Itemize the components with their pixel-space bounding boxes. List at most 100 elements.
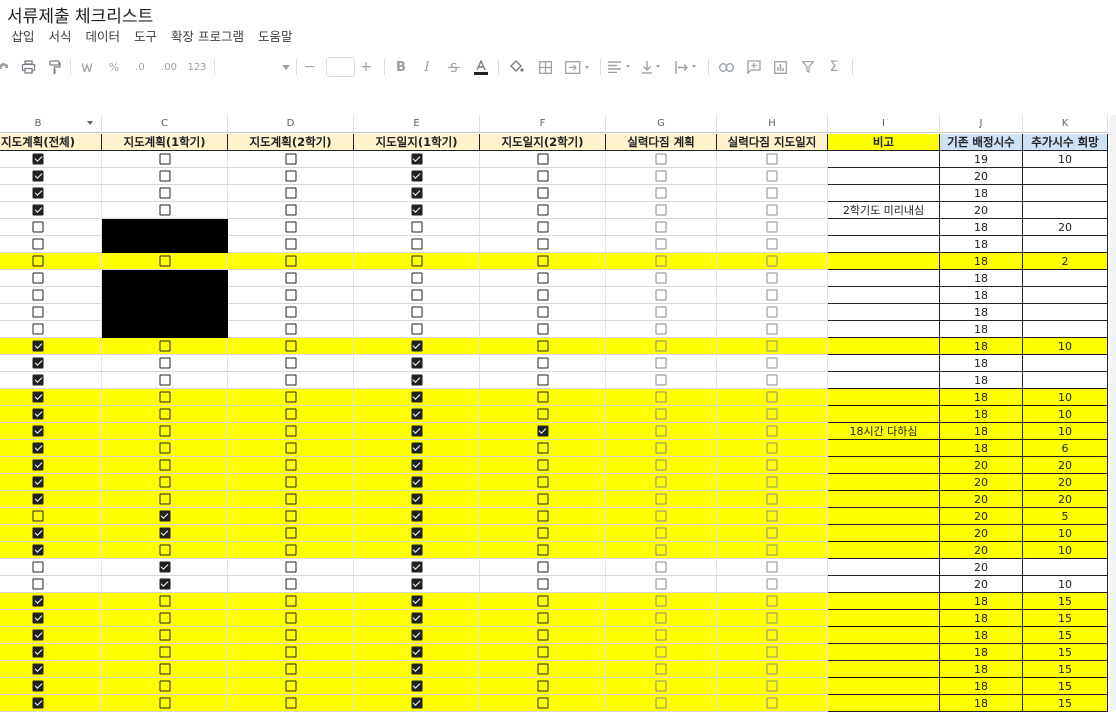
checkbox-unchecked[interactable]	[32, 510, 44, 522]
checkbox-checked[interactable]	[411, 425, 422, 437]
cell-g[interactable]	[606, 508, 717, 525]
checkbox-unchecked[interactable]	[285, 323, 296, 335]
cell-g[interactable]	[606, 236, 717, 253]
checkbox-unchecked[interactable]	[285, 204, 296, 216]
checkbox-unchecked[interactable]	[766, 170, 778, 182]
cell-b[interactable]	[0, 457, 102, 474]
cell-k[interactable]: 10	[1023, 576, 1108, 593]
cell-e[interactable]	[354, 304, 480, 321]
cell-h[interactable]	[717, 151, 828, 168]
checkbox-unchecked[interactable]	[32, 272, 44, 284]
cell-b[interactable]	[0, 406, 102, 423]
checkbox-unchecked[interactable]	[159, 544, 170, 556]
cell-c[interactable]	[102, 593, 228, 610]
cell-e[interactable]	[354, 202, 480, 219]
cell-e[interactable]	[354, 559, 480, 576]
cell-b[interactable]	[0, 474, 102, 491]
checkbox-unchecked[interactable]	[411, 255, 422, 267]
bold-icon[interactable]: B	[392, 53, 410, 81]
cell-b[interactable]	[0, 627, 102, 644]
checkbox-checked[interactable]	[411, 561, 422, 573]
cell-k[interactable]: 10	[1023, 406, 1108, 423]
checkbox-checked[interactable]	[411, 340, 422, 352]
cell-h[interactable]	[717, 355, 828, 372]
cell-b[interactable]	[0, 287, 102, 304]
checkbox-unchecked[interactable]	[766, 595, 778, 607]
checkbox-unchecked[interactable]	[159, 357, 170, 369]
checkbox-unchecked[interactable]	[655, 255, 667, 267]
checkbox-checked[interactable]	[32, 340, 44, 352]
font-dropdown-chevron-icon[interactable]	[280, 53, 292, 81]
checkbox-checked[interactable]	[411, 476, 422, 488]
checkbox-checked[interactable]	[411, 442, 422, 454]
cell-f[interactable]	[480, 627, 606, 644]
cell-j[interactable]: 20	[940, 202, 1023, 219]
cell-b[interactable]	[0, 219, 102, 236]
cell-b[interactable]	[0, 253, 102, 270]
checkbox-unchecked[interactable]	[159, 408, 170, 420]
cell-b[interactable]	[0, 542, 102, 559]
cell-e[interactable]	[354, 270, 480, 287]
checkbox-unchecked[interactable]	[285, 153, 296, 165]
cell-k[interactable]: 10	[1023, 525, 1108, 542]
checkbox-unchecked[interactable]	[766, 221, 778, 233]
checkbox-unchecked[interactable]	[655, 153, 667, 165]
checkbox-unchecked[interactable]	[411, 323, 422, 335]
paint-format-icon[interactable]	[44, 53, 64, 81]
cell-i[interactable]	[828, 627, 940, 644]
cell-g[interactable]	[606, 185, 717, 202]
checkbox-unchecked[interactable]	[159, 442, 170, 454]
checkbox-checked[interactable]	[32, 697, 44, 709]
cell-d[interactable]	[228, 151, 354, 168]
checkbox-unchecked[interactable]	[655, 340, 667, 352]
checkbox-unchecked[interactable]	[32, 306, 44, 318]
checkbox-unchecked[interactable]	[766, 646, 778, 658]
cell-g[interactable]	[606, 542, 717, 559]
header-cell-h[interactable]: 실력다짐 지도일지	[717, 134, 828, 151]
checkbox-checked[interactable]	[32, 680, 44, 692]
cell-c[interactable]	[102, 168, 228, 185]
cell-d[interactable]	[228, 491, 354, 508]
checkbox-unchecked[interactable]	[766, 408, 778, 420]
menu-item[interactable]: 데이터	[86, 26, 121, 44]
cell-b[interactable]	[0, 355, 102, 372]
cell-e[interactable]	[354, 321, 480, 338]
checkbox-checked[interactable]	[411, 204, 422, 216]
cell-d[interactable]	[228, 389, 354, 406]
checkbox-unchecked[interactable]	[766, 272, 778, 284]
cell-d[interactable]	[228, 253, 354, 270]
italic-icon[interactable]: I	[418, 53, 436, 81]
cell-d[interactable]	[228, 678, 354, 695]
cell-j[interactable]: 20	[940, 508, 1023, 525]
checkbox-checked[interactable]	[32, 612, 44, 624]
checkbox-unchecked[interactable]	[537, 595, 548, 607]
cell-g[interactable]	[606, 678, 717, 695]
cell-j[interactable]: 18	[940, 338, 1023, 355]
cell-i[interactable]	[828, 661, 940, 678]
strikethrough-icon[interactable]: S	[444, 53, 464, 81]
cell-g[interactable]	[606, 593, 717, 610]
cell-b[interactable]	[0, 440, 102, 457]
checkbox-unchecked[interactable]	[159, 391, 170, 403]
checkbox-unchecked[interactable]	[537, 510, 548, 522]
cell-h[interactable]	[717, 287, 828, 304]
cell-c[interactable]	[102, 423, 228, 440]
cell-e[interactable]	[354, 695, 480, 712]
cell-c[interactable]	[102, 185, 228, 202]
cell-b[interactable]	[0, 236, 102, 253]
checkbox-checked[interactable]	[411, 646, 422, 658]
checkbox-unchecked[interactable]	[537, 527, 548, 539]
checkbox-checked[interactable]	[411, 374, 422, 386]
checkbox-unchecked[interactable]	[285, 170, 296, 182]
cell-c[interactable]	[102, 355, 228, 372]
cell-f[interactable]	[480, 270, 606, 287]
checkbox-checked[interactable]	[411, 612, 422, 624]
cell-e[interactable]	[354, 355, 480, 372]
checkbox-unchecked[interactable]	[537, 391, 548, 403]
cell-h[interactable]	[717, 440, 828, 457]
cell-i[interactable]	[828, 151, 940, 168]
cell-i[interactable]: 2학기도 미리내심	[828, 202, 940, 219]
header-cell-g[interactable]: 실력다짐 계획	[606, 134, 717, 151]
cell-b[interactable]	[0, 695, 102, 712]
checkbox-unchecked[interactable]	[766, 527, 778, 539]
